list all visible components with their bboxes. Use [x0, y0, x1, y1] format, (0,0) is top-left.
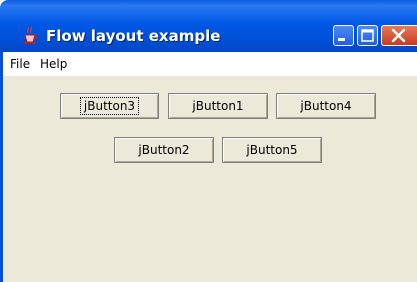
menu-file[interactable]: File [10, 55, 30, 73]
close-button[interactable] [381, 25, 417, 46]
close-icon [391, 28, 406, 43]
menu-help[interactable]: Help [40, 55, 67, 73]
java-cup-icon [24, 26, 38, 44]
maximize-icon [361, 29, 374, 42]
button-label: jButton3 [79, 97, 140, 115]
jbutton5-button[interactable]: jButton5 [222, 137, 322, 163]
title-bar[interactable]: Flow layout example [0, 0, 417, 52]
window-title: Flow layout example [46, 27, 221, 45]
app-window: Flow layout example File Help jButton3 j… [0, 0, 417, 282]
menu-bar: File Help [0, 52, 417, 76]
button-label: jButton4 [300, 99, 352, 113]
jbutton1-button[interactable]: jButton1 [168, 93, 268, 119]
window-frame-left [0, 52, 3, 282]
minimize-button[interactable] [333, 25, 354, 46]
minimize-icon [338, 38, 345, 41]
button-label: jButton5 [246, 143, 298, 157]
jbutton2-button[interactable]: jButton2 [114, 137, 214, 163]
maximize-button[interactable] [357, 25, 378, 46]
button-label: jButton1 [192, 99, 244, 113]
button-label: jButton2 [138, 143, 190, 157]
jbutton3-button[interactable]: jButton3 [60, 93, 159, 119]
jbutton4-button[interactable]: jButton4 [276, 93, 376, 119]
